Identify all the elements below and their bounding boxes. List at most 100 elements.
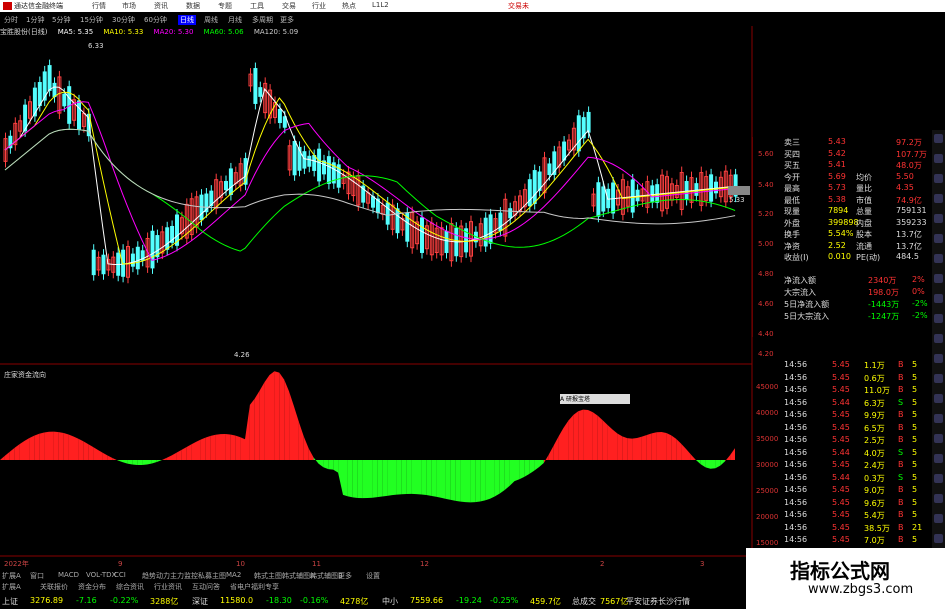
flow-segment bbox=[142, 460, 147, 465]
flow-segment bbox=[406, 460, 412, 494]
tool-icon[interactable] bbox=[934, 434, 943, 443]
flow-segment bbox=[171, 452, 177, 460]
trade-cell: 5 bbox=[912, 385, 918, 394]
index-p: -0.22% bbox=[110, 596, 139, 605]
tool-icon[interactable] bbox=[934, 294, 943, 303]
indicator-tab[interactable]: 更多 bbox=[338, 571, 352, 581]
flow-segment bbox=[289, 391, 294, 460]
quote-value2: 13.7亿 bbox=[896, 230, 922, 239]
flow-segment bbox=[382, 460, 388, 497]
flow-segment bbox=[68, 434, 74, 460]
quote-value: 5.38 bbox=[828, 194, 846, 204]
tool-icon[interactable] bbox=[934, 354, 943, 363]
candle-body bbox=[312, 155, 317, 171]
tool-icon[interactable] bbox=[934, 374, 943, 383]
tool-icon[interactable] bbox=[934, 534, 943, 543]
trade-cell: 5.45 bbox=[832, 372, 850, 382]
flow-segment bbox=[431, 460, 437, 497]
flow-segment bbox=[504, 460, 510, 490]
flow-segment bbox=[514, 460, 520, 482]
indicator-tab[interactable]: 扩展A bbox=[2, 571, 21, 581]
info-tab[interactable]: 省电户福利专享 bbox=[230, 582, 279, 592]
tool-icon[interactable] bbox=[934, 514, 943, 523]
quote-label2: 量比 bbox=[856, 184, 872, 193]
tool-icon[interactable] bbox=[934, 454, 943, 463]
tool-icon[interactable] bbox=[934, 154, 943, 163]
indicator-tab[interactable]: 韩式主图 bbox=[254, 571, 282, 581]
candle-body bbox=[130, 253, 135, 267]
info-tab[interactable]: 资金分布 bbox=[78, 582, 106, 592]
candle-body bbox=[630, 179, 635, 213]
candle-body bbox=[292, 141, 297, 176]
tool-icon[interactable] bbox=[934, 334, 943, 343]
index-n: 总成交 bbox=[572, 597, 596, 606]
fund-flow-area bbox=[0, 371, 735, 503]
flow-segment bbox=[156, 460, 162, 462]
quote-label2: PE(动) bbox=[856, 253, 881, 262]
flow-segment bbox=[411, 460, 417, 495]
trade-cell: 38.5万 bbox=[864, 523, 890, 533]
candle-body bbox=[52, 82, 57, 98]
report-chip[interactable]: A 研报宝塔 bbox=[560, 394, 630, 404]
flow-segment bbox=[367, 460, 373, 499]
indicator-tab[interactable]: 私募主图 bbox=[198, 571, 226, 581]
indicator-tab[interactable]: VOL-TDX bbox=[86, 571, 116, 579]
tool-icon[interactable] bbox=[934, 134, 943, 143]
price-tick: 4.20 bbox=[758, 350, 774, 358]
index-v: 7559.66 bbox=[410, 596, 444, 605]
flow-segment bbox=[240, 437, 245, 460]
info-tab[interactable]: 行业资讯 bbox=[154, 582, 182, 592]
indicator-tab[interactable]: 主力监控 bbox=[170, 571, 198, 581]
tool-icon[interactable] bbox=[934, 254, 943, 263]
trade-cell: 14:56 bbox=[784, 435, 808, 444]
tool-icon[interactable] bbox=[934, 314, 943, 323]
trade-cell: 14:56 bbox=[784, 422, 808, 432]
tool-icon[interactable] bbox=[934, 274, 943, 283]
flow-segment bbox=[338, 460, 343, 495]
indicator-tab[interactable]: 设置 bbox=[366, 571, 380, 581]
flow-l: 5日净流入额 bbox=[784, 300, 830, 309]
flow-segment bbox=[539, 460, 544, 468]
flow-segment bbox=[715, 460, 721, 469]
indicator-tab[interactable]: MACD bbox=[58, 571, 79, 579]
indicator-tab[interactable]: 窗口 bbox=[30, 571, 44, 581]
quote-value: 5.54% bbox=[828, 229, 854, 238]
info-tab[interactable]: 关联报价 bbox=[40, 582, 68, 592]
tool-icon[interactable] bbox=[934, 194, 943, 203]
quote-label: 卖三 bbox=[784, 138, 800, 147]
info-tab[interactable]: 互动问答 bbox=[192, 582, 220, 592]
info-tab[interactable]: 综合资讯 bbox=[116, 582, 144, 592]
tool-icon[interactable] bbox=[934, 474, 943, 483]
candle-body bbox=[62, 93, 67, 107]
trade-cell: 5.45 bbox=[832, 435, 850, 444]
flow-segment bbox=[225, 434, 231, 460]
candle-body bbox=[150, 230, 155, 269]
flow-segment bbox=[460, 460, 466, 503]
flow-l: 净流入额 bbox=[784, 276, 816, 285]
tool-icon[interactable] bbox=[934, 234, 943, 243]
tool-icon[interactable] bbox=[934, 414, 943, 423]
tool-icon[interactable] bbox=[934, 494, 943, 503]
trade-cell: 1.1万 bbox=[864, 361, 885, 370]
indicator-tab[interactable]: 趋势动力 bbox=[142, 571, 170, 581]
quote-label: 外盘 bbox=[784, 218, 800, 228]
flow-segment bbox=[666, 433, 672, 460]
candle-body bbox=[258, 87, 263, 97]
quote-value: 5.73 bbox=[828, 183, 846, 192]
tool-icon[interactable] bbox=[934, 214, 943, 223]
index-a: 459.7亿 bbox=[530, 597, 561, 606]
candle-body bbox=[37, 82, 42, 106]
tool-icon[interactable] bbox=[934, 174, 943, 183]
indicator-tab[interactable]: CCI bbox=[114, 571, 126, 579]
candle-body bbox=[601, 186, 606, 212]
flow-segment bbox=[112, 458, 118, 461]
index-c: -18.30 bbox=[266, 596, 292, 605]
indicator-tab[interactable]: MA2 bbox=[226, 571, 241, 579]
last-price-mark: 5.33 bbox=[729, 196, 745, 204]
candle-body bbox=[277, 108, 282, 124]
info-tab[interactable]: 扩展A bbox=[2, 582, 21, 592]
tool-icon[interactable] bbox=[934, 394, 943, 403]
trade-cell: 5.44 bbox=[832, 447, 850, 457]
trade-cell: 5.45 bbox=[832, 522, 850, 532]
flow-segment bbox=[39, 432, 45, 460]
